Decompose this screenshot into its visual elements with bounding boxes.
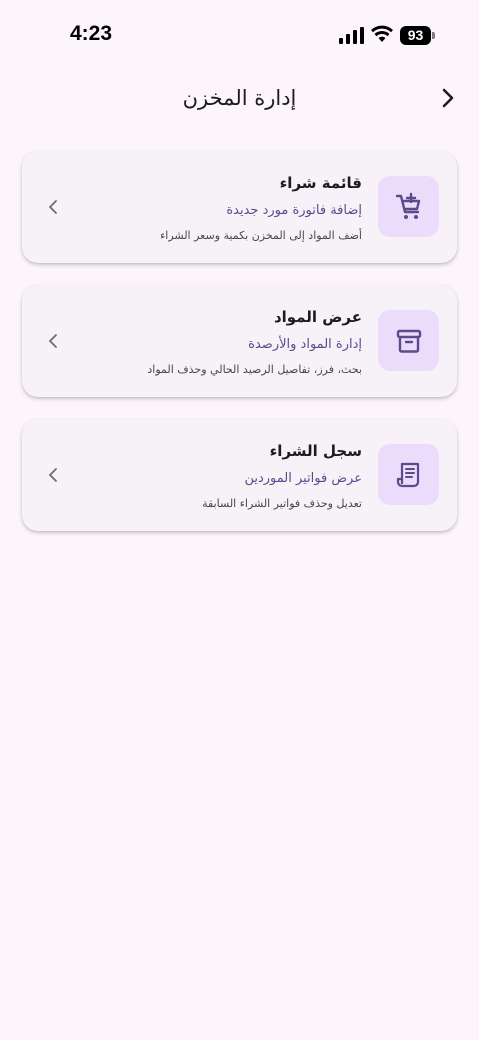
card-description: بحث، فرز، تفاصيل الرصيد الحالي وحذف المو…	[147, 363, 362, 376]
back-button[interactable]	[434, 84, 462, 112]
page-title: إدارة المخزن	[182, 86, 297, 110]
app-bar: إدارة المخزن	[0, 72, 479, 128]
receipt-icon	[396, 462, 419, 487]
card-description: أضف المواد إلى المخزن بكمية وسعر الشراء	[160, 229, 362, 242]
chevron-right-icon	[442, 88, 454, 108]
card-icon-box	[378, 444, 439, 505]
signal-icon	[338, 27, 364, 45]
card-icon-box	[378, 176, 439, 237]
card-title: عرض المواد	[273, 308, 362, 326]
battery-icon: 93	[400, 26, 436, 45]
card-title: سجل الشراء	[269, 442, 362, 460]
chevron-left-icon	[49, 334, 57, 348]
card-subtitle: عرض فواتير الموردين	[244, 471, 362, 486]
card-description: تعديل وحذف فواتير الشراء السابقة	[202, 497, 362, 510]
card-title: قائمة شراء	[279, 174, 362, 192]
card-purchase-history[interactable]: سجل الشراء عرض فواتير الموردين تعديل وحذ…	[22, 419, 457, 531]
card-subtitle: إدارة المواد والأرصدة	[248, 337, 362, 352]
archive-box-icon	[396, 329, 421, 353]
chevron-left-icon	[49, 468, 57, 482]
status-bar: 4:23 93	[0, 0, 479, 72]
battery-level: 93	[400, 26, 431, 45]
card-view-materials[interactable]: عرض المواد إدارة المواد والأرصدة بحث، فر…	[22, 285, 457, 397]
wifi-icon	[371, 25, 393, 43]
chevron-left-icon	[49, 200, 57, 214]
card-icon-box	[378, 310, 439, 371]
card-purchase-list[interactable]: قائمة شراء إضافة فاتورة مورد جديدة أضف ا…	[22, 151, 457, 263]
battery-tip	[432, 32, 435, 39]
status-time: 4:23	[70, 22, 113, 45]
add-to-cart-icon	[395, 192, 420, 219]
card-subtitle: إضافة فاتورة مورد جديدة	[226, 203, 362, 218]
